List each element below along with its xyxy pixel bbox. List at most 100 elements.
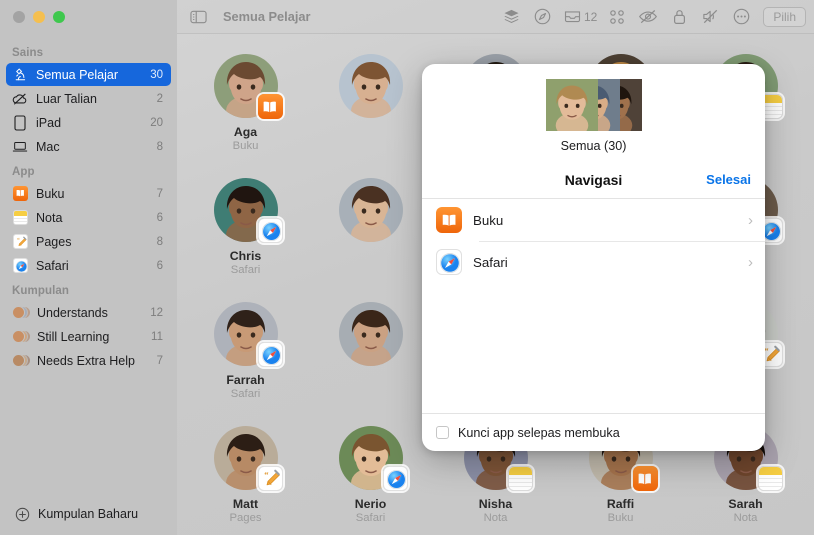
svg-text:“: “ xyxy=(17,237,20,243)
app-badge xyxy=(257,218,283,243)
student-name: Nisha xyxy=(478,497,513,511)
sidebar-item-label: iPad xyxy=(36,115,62,130)
student-card[interactable]: Nerio Safari xyxy=(308,418,433,535)
navigasi-dialog: Semua (30) Navigasi Selesai Buku › Safari… xyxy=(422,64,765,451)
student-card-partial[interactable] xyxy=(308,170,433,294)
student-card[interactable]: “ Matt Pages xyxy=(183,418,308,535)
pages-app-icon: “ xyxy=(257,466,283,491)
lock-icon[interactable] xyxy=(668,6,690,28)
app-badge xyxy=(382,466,408,491)
books-app-icon xyxy=(257,94,283,119)
student-current-app: Buku xyxy=(232,140,259,152)
safari-app-icon xyxy=(382,466,408,491)
app-badge xyxy=(632,466,658,491)
dialog-header: Semua (30) xyxy=(422,64,765,153)
dialog-subtitle: Semua (30) xyxy=(560,139,627,153)
chevron-right-icon: › xyxy=(748,211,753,229)
page-title: Semua Pelajar xyxy=(223,9,311,24)
student-name: Nerio xyxy=(354,497,387,511)
close-window-button[interactable] xyxy=(13,11,25,23)
student-current-app: Buku xyxy=(607,512,634,524)
avatar xyxy=(213,302,283,367)
avatar-image xyxy=(338,178,403,242)
new-group-label: Kumpulan Baharu xyxy=(38,507,139,521)
dialog-item-buku[interactable]: Buku › xyxy=(422,199,765,241)
student-name: Sarah xyxy=(728,497,763,511)
ellipsis-circle-icon[interactable] xyxy=(730,6,752,28)
app-badge xyxy=(507,466,533,491)
new-group-button[interactable]: Kumpulan Baharu xyxy=(0,493,177,535)
sidebar-item-count: 2 xyxy=(156,92,163,105)
sidebar-item-count: 20 xyxy=(150,116,163,129)
window-traffic-lights xyxy=(0,0,177,34)
speaker-mute-icon[interactable] xyxy=(699,6,721,28)
ipad-icon xyxy=(12,114,28,131)
apps-grid-icon[interactable] xyxy=(606,6,628,28)
student-card[interactable]: Farrah Safari xyxy=(183,294,308,418)
avatar-image xyxy=(543,77,598,131)
sidebar-item-nota[interactable]: Nota 6 xyxy=(6,206,171,229)
sidebar-item-count: 8 xyxy=(156,140,163,153)
navigate-compass-icon[interactable] xyxy=(532,6,554,28)
sidebar-item-safari[interactable]: Safari 6 xyxy=(6,254,171,277)
student-card-partial[interactable] xyxy=(308,46,433,170)
group-avatars-icon xyxy=(12,305,31,320)
done-button[interactable]: Selesai xyxy=(706,172,751,187)
dialog-item-label: Buku xyxy=(473,212,504,228)
app-badge: “ xyxy=(257,466,283,491)
microscope-icon xyxy=(12,67,28,83)
avatar xyxy=(213,178,283,243)
student-card-partial[interactable] xyxy=(308,294,433,418)
dialog-footer[interactable]: Kunci app selepas membuka xyxy=(422,413,765,451)
sidebar-section-title: Sains xyxy=(12,47,44,59)
student-card[interactable]: Aga Buku xyxy=(183,46,308,170)
pages-app-icon: “ xyxy=(12,234,28,250)
sidebar-item-ipad[interactable]: iPad 20 xyxy=(6,111,171,134)
lock-app-checkbox[interactable] xyxy=(436,426,449,439)
student-card[interactable]: Chris Safari xyxy=(183,170,308,294)
avatar-image xyxy=(338,302,403,366)
dialog-item-safari[interactable]: Safari › xyxy=(422,241,765,283)
eye-slash-icon[interactable] xyxy=(637,6,659,28)
student-name: Chris xyxy=(229,249,262,263)
avatar xyxy=(338,426,408,491)
layers-icon[interactable] xyxy=(501,6,523,28)
laptop-icon xyxy=(12,139,28,155)
select-button[interactable]: Pilih xyxy=(763,6,806,27)
sidebar-item-buku[interactable]: Buku 7 xyxy=(6,182,171,205)
books-app-icon xyxy=(12,186,28,201)
sidebar-item-count: 6 xyxy=(156,259,163,272)
group-avatars-icon xyxy=(12,329,31,344)
sidebar-toggle-icon[interactable] xyxy=(187,6,209,28)
safari-app-icon xyxy=(257,342,283,367)
books-app-icon xyxy=(632,466,658,491)
student-current-app: Safari xyxy=(230,388,261,400)
sidebar-item-label: Luar Talian xyxy=(36,91,97,106)
sidebar-item-needs-extra-help[interactable]: Needs Extra Help 7 xyxy=(6,349,171,372)
sidebar-item-luar-talian[interactable]: Luar Talian 2 xyxy=(6,87,171,110)
safari-app-icon xyxy=(12,258,28,274)
sidebar-item-mac[interactable]: Mac 8 xyxy=(6,135,171,158)
notes-app-icon xyxy=(757,466,783,491)
sidebar-item-pages[interactable]: “ Pages 8 xyxy=(6,230,171,253)
avatar: “ xyxy=(213,426,283,491)
app-badge xyxy=(757,466,783,491)
avatar xyxy=(338,178,403,242)
student-name: Raffi xyxy=(606,497,635,511)
sidebar-section-title: App xyxy=(12,166,35,178)
inbox-count: 12 xyxy=(583,9,598,24)
minimize-window-button[interactable] xyxy=(33,11,45,23)
sidebar-item-label: Needs Extra Help xyxy=(37,353,135,368)
lock-app-label: Kunci app selepas membuka xyxy=(458,425,620,440)
avatar-stack xyxy=(543,77,644,131)
svg-text:“: “ xyxy=(264,470,269,480)
maximize-window-button[interactable] xyxy=(53,11,65,23)
sidebar-item-semua-pelajar[interactable]: Semua Pelajar 30 xyxy=(6,63,171,86)
sidebar-item-still-learning[interactable]: Still Learning 11 xyxy=(6,325,171,348)
group-avatars-icon xyxy=(12,353,31,368)
sidebar-item-understands[interactable]: Understands 12 xyxy=(6,301,171,324)
inbox-tray-icon[interactable]: 12 xyxy=(563,6,597,28)
sidebar-item-count: 30 xyxy=(150,68,163,81)
app-badge xyxy=(257,342,283,367)
pages-app-icon: “ xyxy=(12,234,28,249)
